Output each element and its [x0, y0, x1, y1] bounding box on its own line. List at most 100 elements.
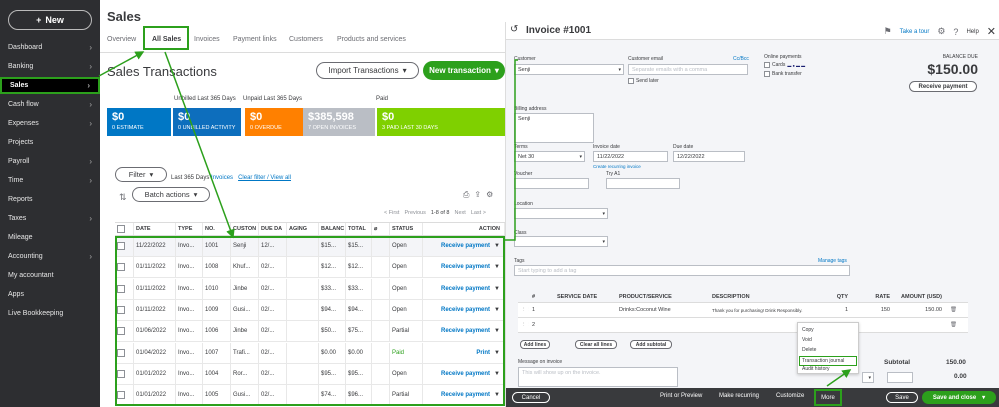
- add-lines-button[interactable]: Add lines: [520, 340, 550, 349]
- sidebar-item-banking[interactable]: Banking ›: [0, 58, 100, 75]
- sidebar-item-my-accountant[interactable]: My accountant: [0, 267, 100, 284]
- sidebar-item-taxes[interactable]: Taxes ›: [0, 210, 100, 227]
- gear-icon[interactable]: ⚙: [486, 190, 493, 200]
- add-subtotal-button[interactable]: Add subtotal: [630, 340, 672, 349]
- customize-button[interactable]: Customize: [776, 393, 804, 399]
- sidebar-item-apps[interactable]: Apps: [0, 286, 100, 303]
- tab-products-services[interactable]: Products and services: [337, 36, 406, 43]
- menu-copy[interactable]: Copy: [802, 327, 814, 333]
- tab-invoices[interactable]: Invoices: [194, 36, 220, 43]
- select-all-checkbox[interactable]: [117, 225, 125, 233]
- message-field[interactable]: This will show up on the invoice.: [518, 367, 678, 387]
- sidebar-item-sales[interactable]: Sales ›: [0, 77, 100, 94]
- last-page-link[interactable]: Last >: [471, 210, 486, 216]
- cards-option[interactable]: Cards ▬ ● ▬ ▬: [764, 62, 805, 68]
- tab-customers[interactable]: Customers: [289, 36, 323, 43]
- send-later-option[interactable]: Send later: [628, 78, 659, 84]
- sidebar-item-expenses[interactable]: Expenses ›: [0, 115, 100, 132]
- new-button[interactable]: + New: [8, 10, 92, 30]
- col-balance[interactable]: BALANC: [319, 223, 346, 235]
- bank-transfer-option[interactable]: Bank transfer: [764, 71, 802, 77]
- col-aging[interactable]: AGING: [287, 223, 319, 235]
- filter-invoices-link[interactable]: Invoices: [211, 175, 233, 181]
- col-customer[interactable]: CUSTON: [231, 223, 259, 235]
- line-service-date[interactable]: [557, 303, 612, 317]
- cards-checkbox[interactable]: [764, 62, 770, 68]
- line-product[interactable]: Drinks:Coconut Wine: [619, 303, 704, 317]
- invoice-date-field[interactable]: 11/22/2022: [593, 151, 668, 162]
- import-transactions-button[interactable]: Import Transactions ▾: [316, 62, 419, 79]
- sidebar-item-mileage[interactable]: Mileage: [0, 229, 100, 246]
- sidebar-item-payroll[interactable]: Payroll ›: [0, 153, 100, 170]
- drag-handle-icon[interactable]: ⋮⋮: [521, 303, 529, 317]
- overdue-card[interactable]: $0 0 OVERDUE: [245, 108, 303, 136]
- take-tour-link[interactable]: Take a tour: [900, 29, 930, 35]
- col-date[interactable]: DATE: [134, 223, 176, 235]
- more-button[interactable]: More: [814, 389, 842, 406]
- due-date-field[interactable]: 12/22/2022: [673, 151, 745, 162]
- line-rate[interactable]: 150: [858, 303, 890, 317]
- send-later-checkbox[interactable]: [628, 78, 634, 84]
- new-transaction-button[interactable]: New transaction ▾: [423, 61, 505, 80]
- tax-rate-select[interactable]: ▾: [862, 372, 874, 383]
- gear-icon[interactable]: ⚙: [937, 26, 945, 37]
- sidebar-item-projects[interactable]: Projects: [0, 134, 100, 151]
- tab-payment-links[interactable]: Payment links: [233, 36, 277, 43]
- estimate-card[interactable]: $0 0 ESTIMATE: [107, 108, 171, 136]
- line-qty[interactable]: 1: [822, 303, 848, 317]
- try-field[interactable]: [606, 178, 680, 189]
- sidebar-item-cash-flow[interactable]: Cash flow ›: [0, 96, 100, 113]
- menu-delete[interactable]: Delete: [802, 347, 816, 353]
- paid-card[interactable]: $0 3 PAID LAST 30 DAYS: [377, 108, 505, 136]
- manage-tags-link[interactable]: Manage tags: [818, 258, 847, 264]
- col-no[interactable]: NO.: [203, 223, 231, 235]
- sidebar-item-dashboard[interactable]: Dashboard ›: [0, 39, 100, 56]
- col-status[interactable]: STATUS: [390, 223, 423, 235]
- line-description[interactable]: Thank you for purchasing! Drink Responsi…: [712, 303, 812, 317]
- line-item-row[interactable]: ⋮⋮ 1 Drinks:Coconut Wine Thank you for p…: [518, 303, 968, 318]
- print-preview-button[interactable]: Print or Preview: [660, 393, 702, 399]
- previous-page-link[interactable]: Previous: [404, 210, 425, 216]
- print-icon[interactable]: ⎙: [463, 190, 469, 200]
- terms-select[interactable]: Net 30 ▾: [514, 151, 585, 162]
- cancel-button[interactable]: Cancel: [512, 392, 550, 403]
- location-select[interactable]: ▾: [514, 208, 608, 219]
- col-total[interactable]: TOTAL: [346, 223, 372, 235]
- menu-void[interactable]: Void: [802, 337, 812, 343]
- email-field[interactable]: Separate emails with a comma: [628, 64, 748, 75]
- trash-icon[interactable]: 🗑: [950, 318, 960, 332]
- sidebar-item-accounting[interactable]: Accounting ›: [0, 248, 100, 265]
- tags-field[interactable]: Start typing to add a tag: [514, 265, 850, 276]
- first-page-link[interactable]: < First: [384, 210, 399, 216]
- save-and-close-button[interactable]: Save and close ▾: [922, 391, 996, 404]
- help-label[interactable]: Help: [966, 29, 978, 35]
- save-button[interactable]: Save: [886, 392, 918, 403]
- unbilled-card[interactable]: $0 0 UNBILLED ACTIVITY: [173, 108, 241, 136]
- customer-select[interactable]: Senji ▾: [514, 64, 624, 75]
- filter-button[interactable]: Filter ▾: [115, 167, 167, 182]
- tab-overview[interactable]: Overview: [107, 36, 136, 43]
- batch-actions-button[interactable]: Batch actions ▾: [132, 187, 210, 202]
- receive-payment-button[interactable]: Receive payment: [909, 81, 977, 92]
- billing-address-field[interactable]: Senji: [514, 113, 594, 143]
- sort-icon[interactable]: ⇅: [119, 192, 127, 203]
- next-page-link[interactable]: Next: [455, 210, 466, 216]
- history-icon[interactable]: ↺: [510, 24, 518, 35]
- export-icon[interactable]: ⇪: [474, 190, 481, 200]
- line-item-row[interactable]: ⋮⋮ 2 🗑: [518, 318, 968, 333]
- create-recurring-link[interactable]: Create recurring invoice: [593, 164, 641, 169]
- bank-transfer-checkbox[interactable]: [764, 71, 770, 77]
- tax-amount-field[interactable]: [887, 372, 913, 383]
- help-icon[interactable]: ?: [953, 27, 958, 37]
- voucher-field[interactable]: [514, 178, 589, 189]
- trash-icon[interactable]: 🗑: [950, 303, 960, 317]
- clear-filter-link[interactable]: Clear filter / View all: [238, 175, 291, 181]
- close-icon[interactable]: ✕: [987, 25, 996, 38]
- drag-handle-icon[interactable]: ⋮⋮: [521, 318, 529, 332]
- class-select[interactable]: ▾: [514, 236, 608, 247]
- clear-all-lines-button[interactable]: Clear all lines: [575, 340, 617, 349]
- sidebar-item-time[interactable]: Time ›: [0, 172, 100, 189]
- sidebar-item-reports[interactable]: Reports: [0, 191, 100, 208]
- cc-bcc-link[interactable]: Cc/Bcc: [733, 56, 749, 62]
- menu-audit-history[interactable]: Audit history: [802, 366, 830, 372]
